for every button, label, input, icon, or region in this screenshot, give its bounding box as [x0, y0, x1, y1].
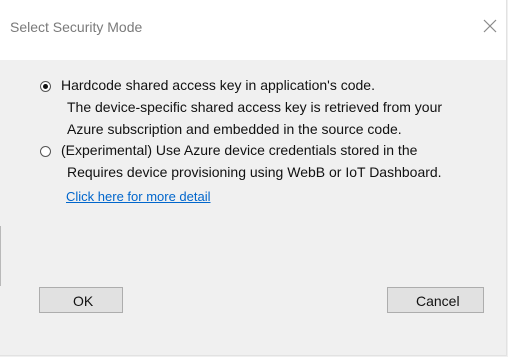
dialog-title: Select Security Mode	[10, 19, 143, 35]
option-credentials-description-line-1: Requires device provisioning using WebB …	[67, 164, 442, 180]
ok-button-label: OK	[73, 293, 94, 309]
radio-hardcode-key[interactable]	[40, 81, 51, 92]
title-bar: Select Security Mode	[0, 0, 506, 60]
cancel-button[interactable]: Cancel	[387, 287, 484, 313]
radio-selected-dot	[43, 84, 48, 89]
more-detail-link[interactable]: Click here for more detail	[66, 189, 211, 204]
option-credentials-label[interactable]: (Experimental) Use Azure device credenti…	[61, 142, 417, 158]
option-hardcode-description-line-2: Azure subscription and embedded in the s…	[67, 121, 402, 137]
radio-device-credentials[interactable]	[40, 146, 51, 157]
close-button[interactable]	[478, 14, 502, 38]
option-hardcode-description-line-1: The device-specific shared access key is…	[67, 99, 443, 115]
cancel-button-label: Cancel	[416, 293, 460, 309]
ok-button[interactable]: OK	[39, 287, 123, 313]
option-hardcode-label[interactable]: Hardcode shared access key in applicatio…	[61, 77, 375, 93]
window-edge	[0, 226, 1, 286]
close-icon	[483, 19, 497, 33]
security-mode-dialog: Select Security Mode Hardcode shared acc…	[0, 0, 507, 356]
